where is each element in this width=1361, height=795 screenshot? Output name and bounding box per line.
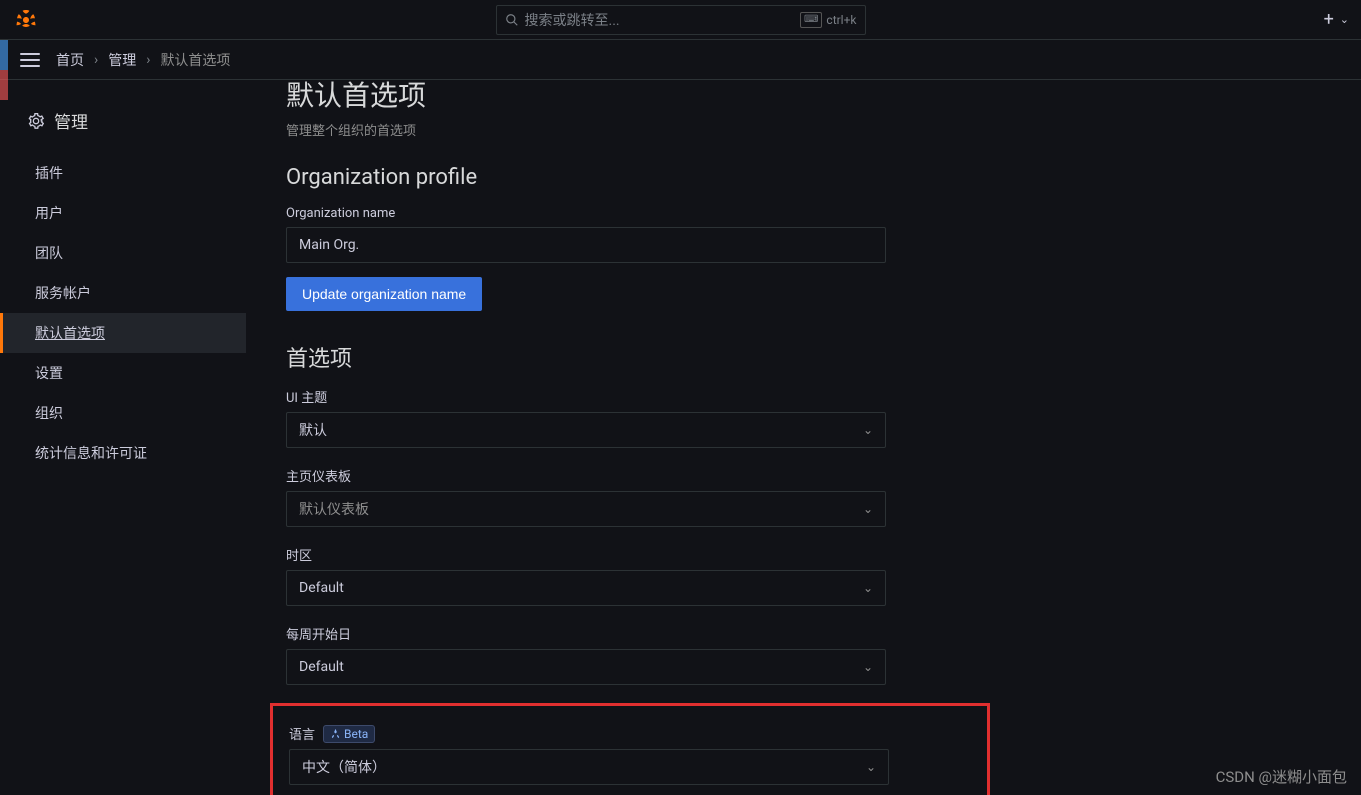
breadcrumb-admin[interactable]: 管理 bbox=[108, 50, 136, 70]
sidebar-item-organizations[interactable]: 组织 bbox=[0, 393, 246, 433]
timezone-label: 时区 bbox=[286, 545, 1341, 564]
language-select[interactable]: 中文（简体） ⌄ bbox=[289, 749, 889, 785]
gear-icon bbox=[28, 113, 44, 129]
sidebar-item-stats-license[interactable]: 统计信息和许可证 bbox=[0, 433, 246, 473]
topbar-actions: + ⌄ bbox=[1324, 9, 1349, 30]
menu-toggle-icon[interactable] bbox=[20, 53, 40, 67]
weekstart-select[interactable]: Default ⌄ bbox=[286, 649, 886, 685]
ui-theme-label: UI 主题 bbox=[286, 387, 1341, 406]
keyboard-shortcut-hint: ⌨ ctrl+k bbox=[800, 12, 857, 28]
chevron-down-icon: ⌄ bbox=[863, 660, 873, 674]
chevron-down-icon[interactable]: ⌄ bbox=[1340, 13, 1349, 26]
org-name-label: Organization name bbox=[286, 206, 1341, 221]
language-label: 语言 Beta bbox=[289, 724, 971, 743]
sidebar-item-users[interactable]: 用户 bbox=[0, 193, 246, 233]
chevron-down-icon: ⌄ bbox=[863, 502, 873, 516]
section-org-profile: Organization profile bbox=[286, 165, 1341, 190]
chevron-right-icon: › bbox=[146, 52, 150, 68]
breadcrumb-bar: 首页 › 管理 › 默认首选项 bbox=[0, 40, 1361, 80]
sidebar: 管理 插件 用户 团队 服务帐户 默认首选项 设置 组织 统计信息和许可证 bbox=[0, 80, 246, 795]
sidebar-item-settings[interactable]: 设置 bbox=[0, 353, 246, 393]
search-icon bbox=[505, 13, 519, 27]
top-bar: 搜索或跳转至... ⌨ ctrl+k + ⌄ bbox=[0, 0, 1361, 40]
sidebar-item-plugins[interactable]: 插件 bbox=[0, 153, 246, 193]
chevron-down-icon: ⌄ bbox=[863, 423, 873, 437]
sidebar-item-default-preferences[interactable]: 默认首选项 bbox=[0, 313, 246, 353]
sidebar-item-service-accounts[interactable]: 服务帐户 bbox=[0, 273, 246, 313]
breadcrumb-home[interactable]: 首页 bbox=[56, 50, 84, 70]
chevron-down-icon: ⌄ bbox=[866, 760, 876, 774]
beta-badge: Beta bbox=[323, 725, 375, 743]
page-subtitle: 管理整个组织的首选项 bbox=[286, 120, 1341, 139]
keyboard-icon: ⌨ bbox=[800, 12, 822, 28]
left-edge-decoration bbox=[0, 40, 8, 100]
sidebar-item-teams[interactable]: 团队 bbox=[0, 233, 246, 273]
weekstart-label: 每周开始日 bbox=[286, 624, 1341, 643]
main-content: 默认首选项 管理整个组织的首选项 Organization profile Or… bbox=[246, 80, 1361, 795]
add-icon[interactable]: + bbox=[1324, 9, 1334, 30]
rocket-icon bbox=[330, 728, 341, 739]
section-preferences: 首选项 bbox=[286, 341, 1341, 373]
timezone-select[interactable]: Default ⌄ bbox=[286, 570, 886, 606]
chevron-right-icon: › bbox=[94, 52, 98, 68]
sidebar-title: 管理 bbox=[0, 100, 246, 153]
watermark: CSDN @迷糊小面包 bbox=[1216, 766, 1347, 787]
grafana-logo-icon[interactable] bbox=[12, 6, 40, 34]
home-dashboard-label: 主页仪表板 bbox=[286, 466, 1341, 485]
page-title: 默认首选项 bbox=[286, 80, 1341, 114]
ui-theme-select[interactable]: 默认 ⌄ bbox=[286, 412, 886, 448]
language-highlight-box: 语言 Beta 中文（简体） ⌄ bbox=[270, 703, 990, 795]
update-org-name-button[interactable]: Update organization name bbox=[286, 277, 482, 311]
home-dashboard-select[interactable]: 默认仪表板 ⌄ bbox=[286, 491, 886, 527]
breadcrumb: 首页 › 管理 › 默认首选项 bbox=[56, 50, 230, 70]
chevron-down-icon: ⌄ bbox=[863, 581, 873, 595]
search-placeholder: 搜索或跳转至... bbox=[525, 10, 794, 30]
search-box[interactable]: 搜索或跳转至... ⌨ ctrl+k bbox=[496, 5, 866, 35]
org-name-input[interactable]: Main Org. bbox=[286, 227, 886, 263]
breadcrumb-current: 默认首选项 bbox=[160, 50, 230, 70]
